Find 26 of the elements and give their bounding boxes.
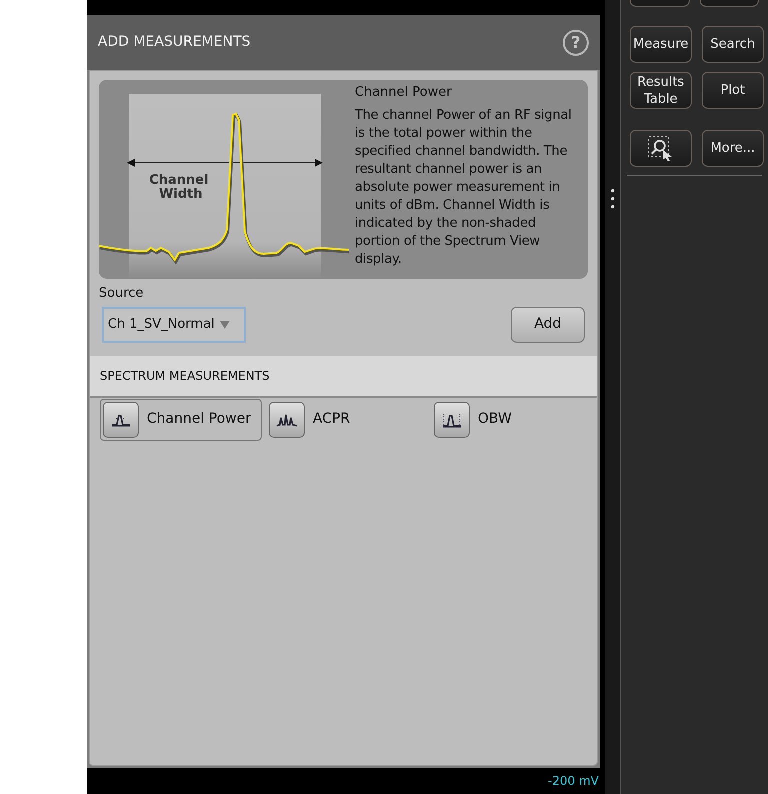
- side-button[interactable]: Measure: [630, 26, 692, 63]
- side-button[interactable]: Results Table: [630, 72, 692, 109]
- measurement-item[interactable]: Channel Power: [100, 398, 262, 440]
- dropdown-arrow-icon: [220, 320, 230, 328]
- zoom-region-icon: [648, 136, 674, 162]
- dialog-title: ADD MEASUREMENTS: [98, 33, 251, 52]
- measurement-description: The channel Power of an RF signal is the total power within the specified channel bandwidth. The resultant channel power is an absolute power measurement in units of dBm. Channel Width is indicated by the non-shaded portion of the Spectrum View display.: [355, 107, 573, 269]
- measurement-item[interactable]: OBW: [431, 398, 523, 440]
- side-button[interactable]: Search: [702, 26, 764, 63]
- spectrum-icon: [434, 402, 470, 438]
- drag-handle-icon[interactable]: [610, 189, 614, 209]
- spectrum-icon: [269, 402, 305, 438]
- help-button[interactable]: ?: [563, 30, 589, 56]
- source-dropdown[interactable]: Ch 1_SV_Normal: [102, 306, 246, 342]
- section-title: SPECTRUM MEASUREMENTS: [100, 368, 270, 384]
- scale-label: -200 mV: [548, 773, 599, 790]
- channel-width-label: Channel: [149, 173, 209, 188]
- add-button[interactable]: Add: [511, 306, 585, 342]
- side-button[interactable]: Plot: [702, 72, 764, 109]
- spectrum-icon: [103, 402, 139, 438]
- measurement-item[interactable]: ACPR: [266, 398, 362, 440]
- measurement-title: Channel Power: [355, 84, 453, 102]
- channel-width-label: Width: [159, 187, 203, 202]
- zoom-button[interactable]: [630, 130, 692, 167]
- source-label: Source: [99, 285, 145, 303]
- side-button[interactable]: More...: [702, 130, 764, 167]
